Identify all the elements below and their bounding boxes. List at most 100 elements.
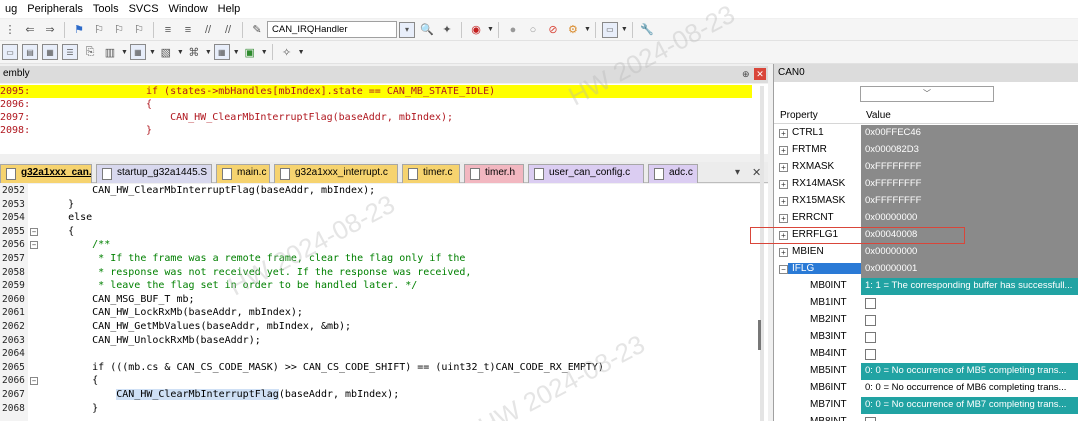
target-function-combo[interactable]: CAN_IRQHandler <box>267 21 397 38</box>
back-arrow-icon[interactable]: ⇐ <box>22 22 38 38</box>
property-value[interactable]: 0: 0 = No occurrence of MB6 completing t… <box>861 380 1078 397</box>
combo-dropdown-icon[interactable]: ▾ <box>399 21 415 38</box>
wrench-icon[interactable]: 🔧 <box>639 22 655 38</box>
code-line[interactable]: 2065 if (((mb.cs & CAN_CS_CODE_MASK) >> … <box>0 361 760 375</box>
settings-gear-icon[interactable]: ⚙ <box>565 22 581 38</box>
code-line[interactable]: 2056− /** <box>0 238 760 252</box>
incremental-find-icon[interactable]: ✦ <box>439 22 455 38</box>
code-line[interactable]: 2068 } <box>0 402 760 416</box>
tab-timer-h[interactable]: timer.h <box>464 164 524 183</box>
code-line[interactable]: 2066− { <box>0 374 760 388</box>
expand-toggle-icon[interactable]: + <box>779 129 788 138</box>
code-line[interactable]: 2055− { <box>0 225 760 239</box>
property-row-frtmr[interactable]: + FRTMR 0x000082D3 <box>774 142 1078 159</box>
expand-toggle-icon[interactable]: + <box>779 163 788 172</box>
symbols-window-icon[interactable]: ▦ <box>42 44 58 60</box>
call-stack-icon[interactable]: ⎘ <box>82 44 98 60</box>
tab-g32a1xxx-interrupt-c[interactable]: g32a1xxx_interrupt.c <box>274 164 398 183</box>
expand-toggle-icon[interactable]: + <box>779 146 788 155</box>
registers-window-icon[interactable]: ☰ <box>62 44 78 60</box>
find-in-files-icon[interactable]: ✎ <box>249 22 265 38</box>
bit-checkbox[interactable] <box>865 349 876 360</box>
close-disassembly-button[interactable]: ✕ <box>754 68 766 80</box>
disassembly-window-icon[interactable]: ▤ <box>22 44 38 60</box>
property-row-mb2int[interactable]: MB2INT <box>774 312 1078 329</box>
memory-window-icon[interactable]: ▦ <box>129 44 146 60</box>
serial-window-icon[interactable]: ▧ <box>158 44 174 60</box>
fold-toggle-icon[interactable]: − <box>30 227 38 236</box>
find-icon[interactable]: 🔍 <box>419 22 435 38</box>
property-row-errcnt[interactable]: + ERRCNT 0x00000000 <box>774 210 1078 227</box>
system-viewer-icon[interactable]: ▣ <box>242 44 258 60</box>
property-row-ctrl1[interactable]: + CTRL1 0x00FFEC46 <box>774 125 1078 142</box>
chevron-down-icon[interactable]: ▼ <box>487 26 494 33</box>
expand-toggle-icon[interactable]: + <box>779 248 788 257</box>
window-layout-icon[interactable]: ▭ <box>601 21 618 38</box>
code-line[interactable]: 2059 * leave the flag set in order to be… <box>0 279 760 293</box>
tab-adc-c[interactable]: adc.c <box>648 164 698 183</box>
trace-window-icon[interactable]: ▦ <box>213 44 230 60</box>
property-value[interactable]: 0xFFFFFFFF <box>861 176 1078 193</box>
tab-user-can-config-c[interactable]: user_can_config.c <box>528 164 644 183</box>
chevron-down-icon[interactable]: ▼ <box>584 26 591 33</box>
debug-session-icon[interactable]: ◉ <box>468 22 484 38</box>
tab-startup-g32a1445-s[interactable]: startup_g32a1445.S <box>96 164 212 183</box>
uncomment-icon[interactable]: // <box>220 22 236 38</box>
property-row-rxmask[interactable]: + RXMASK 0xFFFFFFFF <box>774 159 1078 176</box>
property-value[interactable]: 0x00000000 <box>861 244 1078 261</box>
command-window-icon[interactable]: ▭ <box>2 44 18 60</box>
code-line[interactable]: 2067 CAN_HW_ClearMbInterruptFlag(baseAdd… <box>0 388 760 402</box>
chevron-down-icon[interactable]: ▼ <box>177 49 184 56</box>
chevron-down-icon[interactable]: ▼ <box>298 49 305 56</box>
disassembly-view[interactable]: 2095: if (states->mbHandles[mbIndex].stat… <box>0 84 768 154</box>
disable-breakpoint-icon[interactable]: ○ <box>525 22 541 38</box>
menu-debug[interactable]: ug <box>0 3 22 15</box>
property-row-mb5int[interactable]: MB5INT 0: 0 = No occurrence of MB5 comple… <box>774 363 1078 380</box>
menu-help[interactable]: Help <box>213 3 246 15</box>
forward-arrow-icon[interactable]: ⇒ <box>42 22 58 38</box>
property-value[interactable]: 0x00000000 <box>861 210 1078 227</box>
property-row-mb3int[interactable]: MB3INT <box>774 329 1078 346</box>
property-value[interactable]: 0: 0 = No occurrence of MB7 completing t… <box>861 397 1078 414</box>
bit-checkbox[interactable] <box>865 298 876 309</box>
disassembly-line[interactable]: 2095: if (states->mbHandles[mbIndex].stat… <box>0 85 752 98</box>
disassembly-line[interactable]: 2096: { <box>0 98 752 111</box>
property-value[interactable]: 0x00000001 <box>861 261 1078 278</box>
indent-icon[interactable]: ≡ <box>160 22 176 38</box>
property-row-mb1int[interactable]: MB1INT <box>774 295 1078 312</box>
chevron-down-icon[interactable]: ▼ <box>205 49 212 56</box>
clear-bookmarks-icon[interactable]: ⚐ <box>131 22 147 38</box>
unindent-icon[interactable]: ≡ <box>180 22 196 38</box>
property-row-iflg[interactable]: − IFLG 0x00000001 <box>774 261 1078 278</box>
disassembly-line[interactable]: 2098:} <box>0 124 752 137</box>
bit-checkbox[interactable] <box>865 417 876 421</box>
expand-toggle-icon[interactable]: + <box>779 214 788 223</box>
code-line[interactable]: 2058 * response was not received yet. If… <box>0 266 760 280</box>
property-value[interactable]: 0xFFFFFFFF <box>861 193 1078 210</box>
property-row-mb4int[interactable]: MB4INT <box>774 346 1078 363</box>
bookmark-icon[interactable]: ⚑ <box>71 22 87 38</box>
fold-toggle-icon[interactable]: − <box>30 241 38 250</box>
expand-toggle-icon[interactable]: − <box>779 265 788 274</box>
prev-bookmark-icon[interactable]: ⚐ <box>91 22 107 38</box>
property-row-mb8int[interactable]: MB8INT <box>774 414 1078 421</box>
menu-svcs[interactable]: SVCS <box>124 3 164 15</box>
analysis-window-icon[interactable]: ⌘ <box>186 44 202 60</box>
pin-icon[interactable]: ⊕ <box>742 69 750 80</box>
watch-window-icon[interactable]: ▥ <box>102 44 118 60</box>
tab-timer-c[interactable]: timer.c <box>402 164 460 183</box>
menu-tools[interactable]: Tools <box>88 3 124 15</box>
comment-icon[interactable]: // <box>200 22 216 38</box>
expand-toggle-icon[interactable]: + <box>779 197 788 206</box>
property-value[interactable]: 0xFFFFFFFF <box>861 159 1078 176</box>
tab-list-dropdown-icon[interactable]: ▾ <box>735 167 740 178</box>
property-row-rx15mask[interactable]: + RX15MASK 0xFFFFFFFF <box>774 193 1078 210</box>
property-row-mb6int[interactable]: MB6INT 0: 0 = No occurrence of MB6 comple… <box>774 380 1078 397</box>
property-row-mb7int[interactable]: MB7INT 0: 0 = No occurrence of MB7 comple… <box>774 397 1078 414</box>
kill-breakpoints-icon[interactable]: ⊘ <box>545 22 561 38</box>
property-row-mb0int[interactable]: MB0INT 1: 1 = The corresponding buffer ha… <box>774 278 1078 295</box>
bit-checkbox[interactable] <box>865 332 876 343</box>
expand-toggle-icon[interactable]: + <box>779 180 788 189</box>
toolbox-icon[interactable]: ✧ <box>279 44 295 60</box>
code-line[interactable]: 2057 * If the frame was a remote frame, … <box>0 252 760 266</box>
